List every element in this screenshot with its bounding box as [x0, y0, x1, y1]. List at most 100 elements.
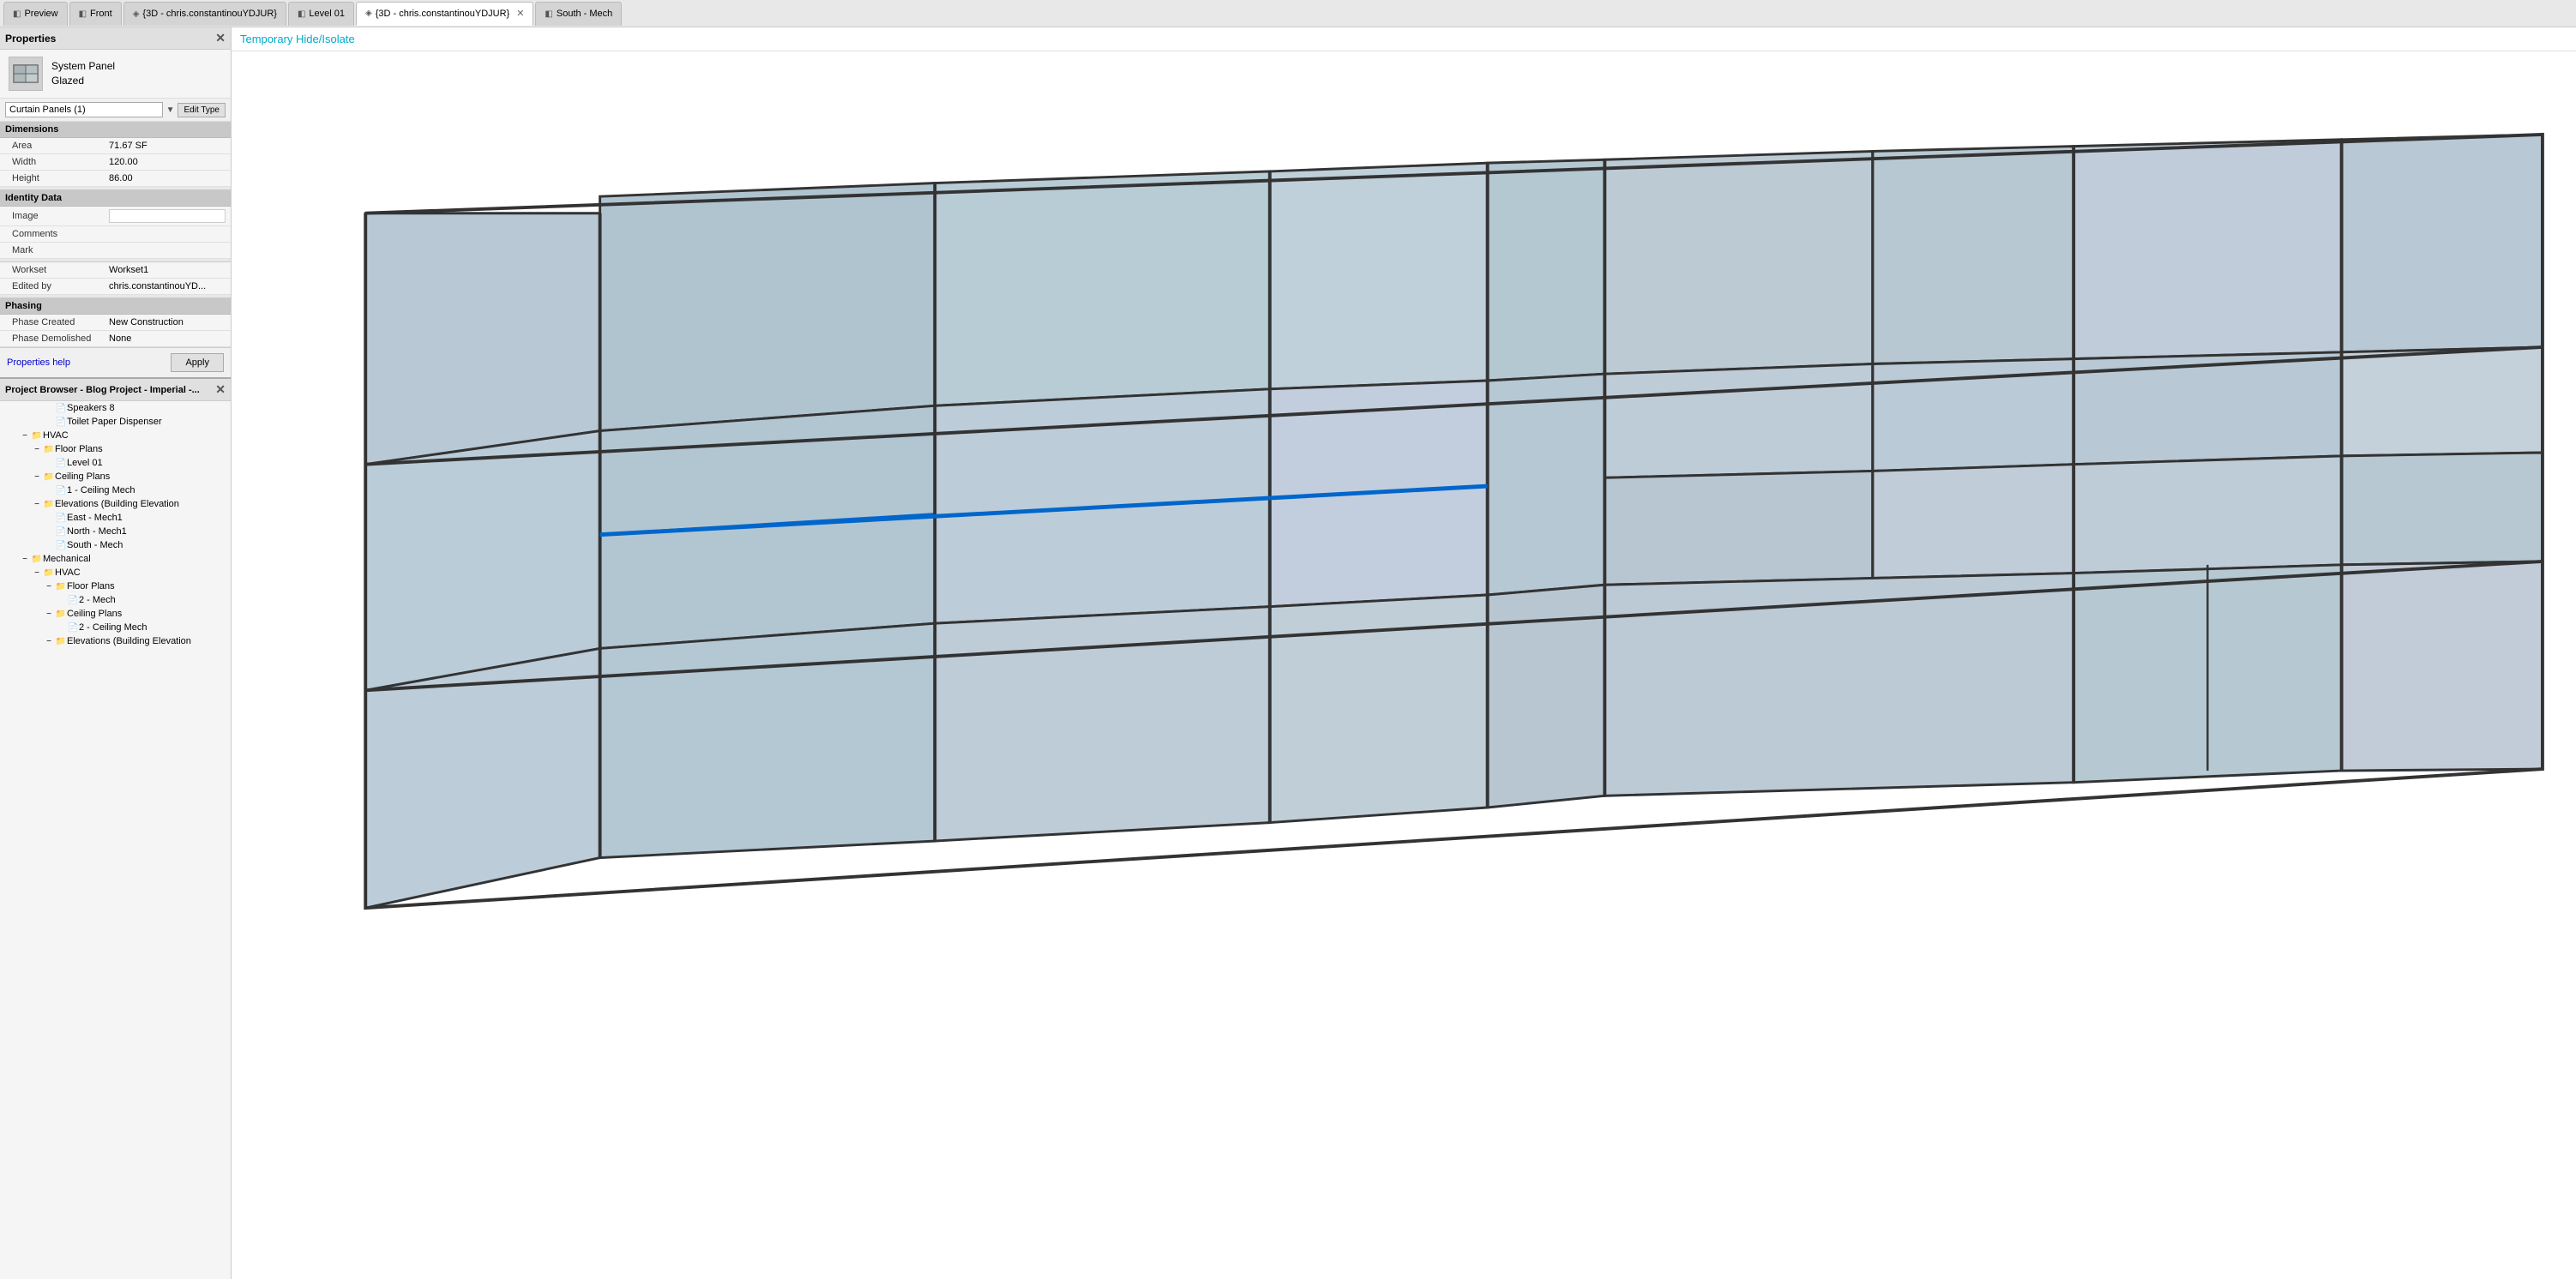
properties-header: Properties ✕ — [0, 27, 231, 50]
viewport-canvas[interactable] — [232, 51, 2576, 1279]
prop-phase-created-label: Phase Created — [0, 315, 104, 331]
tree-item-toilet[interactable]: 📄 Toilet Paper Dispenser — [0, 415, 231, 429]
icon-elevations-bldg: 📁 — [43, 500, 55, 509]
tree-item-level01[interactable]: 📄 Level 01 — [0, 456, 231, 470]
browser-content[interactable]: 📄 Speakers 8 📄 Toilet Paper Dispenser − … — [0, 401, 231, 1279]
browser-title: Project Browser - Blog Project - Imperia… — [5, 385, 200, 395]
icon-ceiling-mech1: 📄 — [55, 486, 67, 495]
project-browser: Project Browser - Blog Project - Imperia… — [0, 379, 231, 1279]
icon-mechanical: 📁 — [31, 555, 43, 564]
tree-item-2-ceiling-mech[interactable]: 📄 2 - Ceiling Mech — [0, 621, 231, 634]
prop-edited-by-value: chris.constantinouYD... — [104, 279, 231, 295]
tab-front[interactable]: ◧ Front — [69, 2, 122, 26]
prop-phase-demolished-value: None — [104, 331, 231, 347]
icon-north-mech1: 📄 — [55, 527, 67, 537]
tree-item-ceiling-plans[interactable]: − 📁 Ceiling Plans — [0, 470, 231, 483]
section-dimensions: Dimensions — [0, 122, 231, 138]
prop-phase-created-value: New Construction — [104, 315, 231, 331]
prop-width-value: 120.00 — [104, 154, 231, 171]
front-icon: ◧ — [79, 9, 87, 19]
tab-bar: ◧ Preview ◧ Front ◈ {3D - chris.constant… — [0, 0, 2576, 27]
3d-chris2-icon: ◈ — [365, 9, 372, 18]
section-phasing-label: Phasing — [0, 298, 231, 315]
prop-edited-by-label: Edited by — [0, 279, 104, 295]
edit-type-button[interactable]: Edit Type — [178, 103, 226, 117]
icon-toilet: 📄 — [55, 417, 67, 427]
tree-item-east-mech1[interactable]: 📄 East - Mech1 — [0, 511, 231, 525]
prop-workset: Workset Workset1 — [0, 262, 231, 279]
tree-item-2-mech[interactable]: 📄 2 - Mech — [0, 593, 231, 607]
tab-preview[interactable]: ◧ Preview — [3, 2, 68, 26]
icon-east-mech1: 📄 — [55, 513, 67, 523]
label-elevations-bldg: Elevations (Building Elevation — [55, 499, 179, 509]
tab-level01[interactable]: ◧ Level 01 — [288, 2, 354, 26]
viewport-area: Temporary Hide/Isolate — [232, 27, 2576, 1279]
properties-panel: Properties ✕ System Panel Glazed — [0, 27, 231, 379]
prop-height-label: Height — [0, 171, 104, 187]
prop-mark-value — [104, 243, 231, 259]
prop-image-value — [104, 207, 231, 226]
south-mech-icon: ◧ — [545, 9, 552, 19]
type-selector[interactable]: Curtain Panels (1) — [5, 102, 163, 117]
section-dimensions-label: Dimensions — [0, 122, 231, 138]
tree-item-elevations-bldg[interactable]: − 📁 Elevations (Building Elevation — [0, 497, 231, 511]
section-identity: Identity Data — [0, 190, 231, 207]
browser-close-icon[interactable]: ✕ — [215, 382, 226, 397]
image-input[interactable] — [109, 209, 226, 223]
label-ceiling-mech1: 1 - Ceiling Mech — [67, 485, 135, 495]
tab-south-mech-label: South - Mech — [557, 9, 612, 19]
toggle-elevations-bldg2: − — [43, 637, 55, 646]
tree-item-ceiling-plans2[interactable]: − 📁 Ceiling Plans — [0, 607, 231, 621]
label-floor-plans: Floor Plans — [55, 444, 103, 454]
tree-item-floor-plans2[interactable]: − 📁 Floor Plans — [0, 579, 231, 593]
tab-3d-chris1[interactable]: ◈ {3D - chris.constantinouYDJUR} — [123, 2, 286, 26]
selector-arrow-icon: ▼ — [166, 105, 175, 115]
label-speakers8: Speakers 8 — [67, 403, 115, 413]
icon-speakers8: 📄 — [55, 404, 67, 413]
prop-mark: Mark — [0, 243, 231, 259]
tree-item-speakers8[interactable]: 📄 Speakers 8 — [0, 401, 231, 415]
preview-icon: ◧ — [13, 9, 21, 19]
tree-item-hvac[interactable]: − 📁 HVAC — [0, 429, 231, 442]
toggle-hvac2: − — [31, 568, 43, 578]
properties-help-link[interactable]: Properties help — [7, 357, 70, 368]
label-2-mech: 2 - Mech — [79, 595, 116, 605]
label-north-mech1: North - Mech1 — [67, 526, 127, 537]
tree-item-north-mech1[interactable]: 📄 North - Mech1 — [0, 525, 231, 538]
object-preview: System Panel Glazed — [0, 50, 231, 99]
prop-area-value: 71.67 SF — [104, 138, 231, 154]
label-ceiling-plans2: Ceiling Plans — [67, 609, 122, 619]
prop-image: Image — [0, 207, 231, 226]
tab-3d-chris2[interactable]: ◈ {3D - chris.constantinouYDJUR} ✕ — [356, 2, 533, 26]
icon-level01: 📄 — [55, 459, 67, 468]
viewport-label: Temporary Hide/Isolate — [232, 27, 2576, 51]
main-layout: Properties ✕ System Panel Glazed — [0, 27, 2576, 1279]
tab-3d-chris2-close[interactable]: ✕ — [516, 8, 524, 19]
prop-workset-label: Workset — [0, 262, 104, 279]
prop-phase-created: Phase Created New Construction — [0, 315, 231, 331]
tree-item-ceiling-mech1[interactable]: 📄 1 - Ceiling Mech — [0, 483, 231, 497]
toggle-mechanical: − — [19, 555, 31, 564]
tree-item-floor-plans[interactable]: − 📁 Floor Plans — [0, 442, 231, 456]
tree-item-south-mech[interactable]: 📄 South - Mech — [0, 538, 231, 552]
tab-preview-label: Preview — [24, 9, 57, 19]
prop-workset-value: Workset1 — [104, 262, 231, 279]
tab-3d-chris1-label: {3D - chris.constantinouYDJUR} — [142, 9, 277, 19]
prop-width-label: Width — [0, 154, 104, 171]
prop-height: Height 86.00 — [0, 171, 231, 187]
tree-item-elevations-bldg2[interactable]: − 📁 Elevations (Building Elevation — [0, 634, 231, 648]
properties-close-icon[interactable]: ✕ — [215, 31, 226, 45]
tab-south-mech[interactable]: ◧ South - Mech — [535, 2, 622, 26]
apply-button[interactable]: Apply — [171, 353, 224, 372]
curtain-wall-svg — [232, 51, 2576, 1279]
icon-floor-plans2: 📁 — [55, 582, 67, 591]
tree-item-hvac2[interactable]: − 📁 HVAC — [0, 566, 231, 579]
prop-comments: Comments — [0, 226, 231, 243]
icon-2-ceiling-mech: 📄 — [67, 623, 79, 633]
properties-footer: Properties help Apply — [0, 347, 231, 377]
object-name-line2: Glazed — [51, 74, 115, 88]
tree-item-mechanical[interactable]: − 📁 Mechanical — [0, 552, 231, 566]
icon-hvac2: 📁 — [43, 568, 55, 578]
icon-floor-plans: 📁 — [43, 445, 55, 454]
label-east-mech1: East - Mech1 — [67, 513, 123, 523]
